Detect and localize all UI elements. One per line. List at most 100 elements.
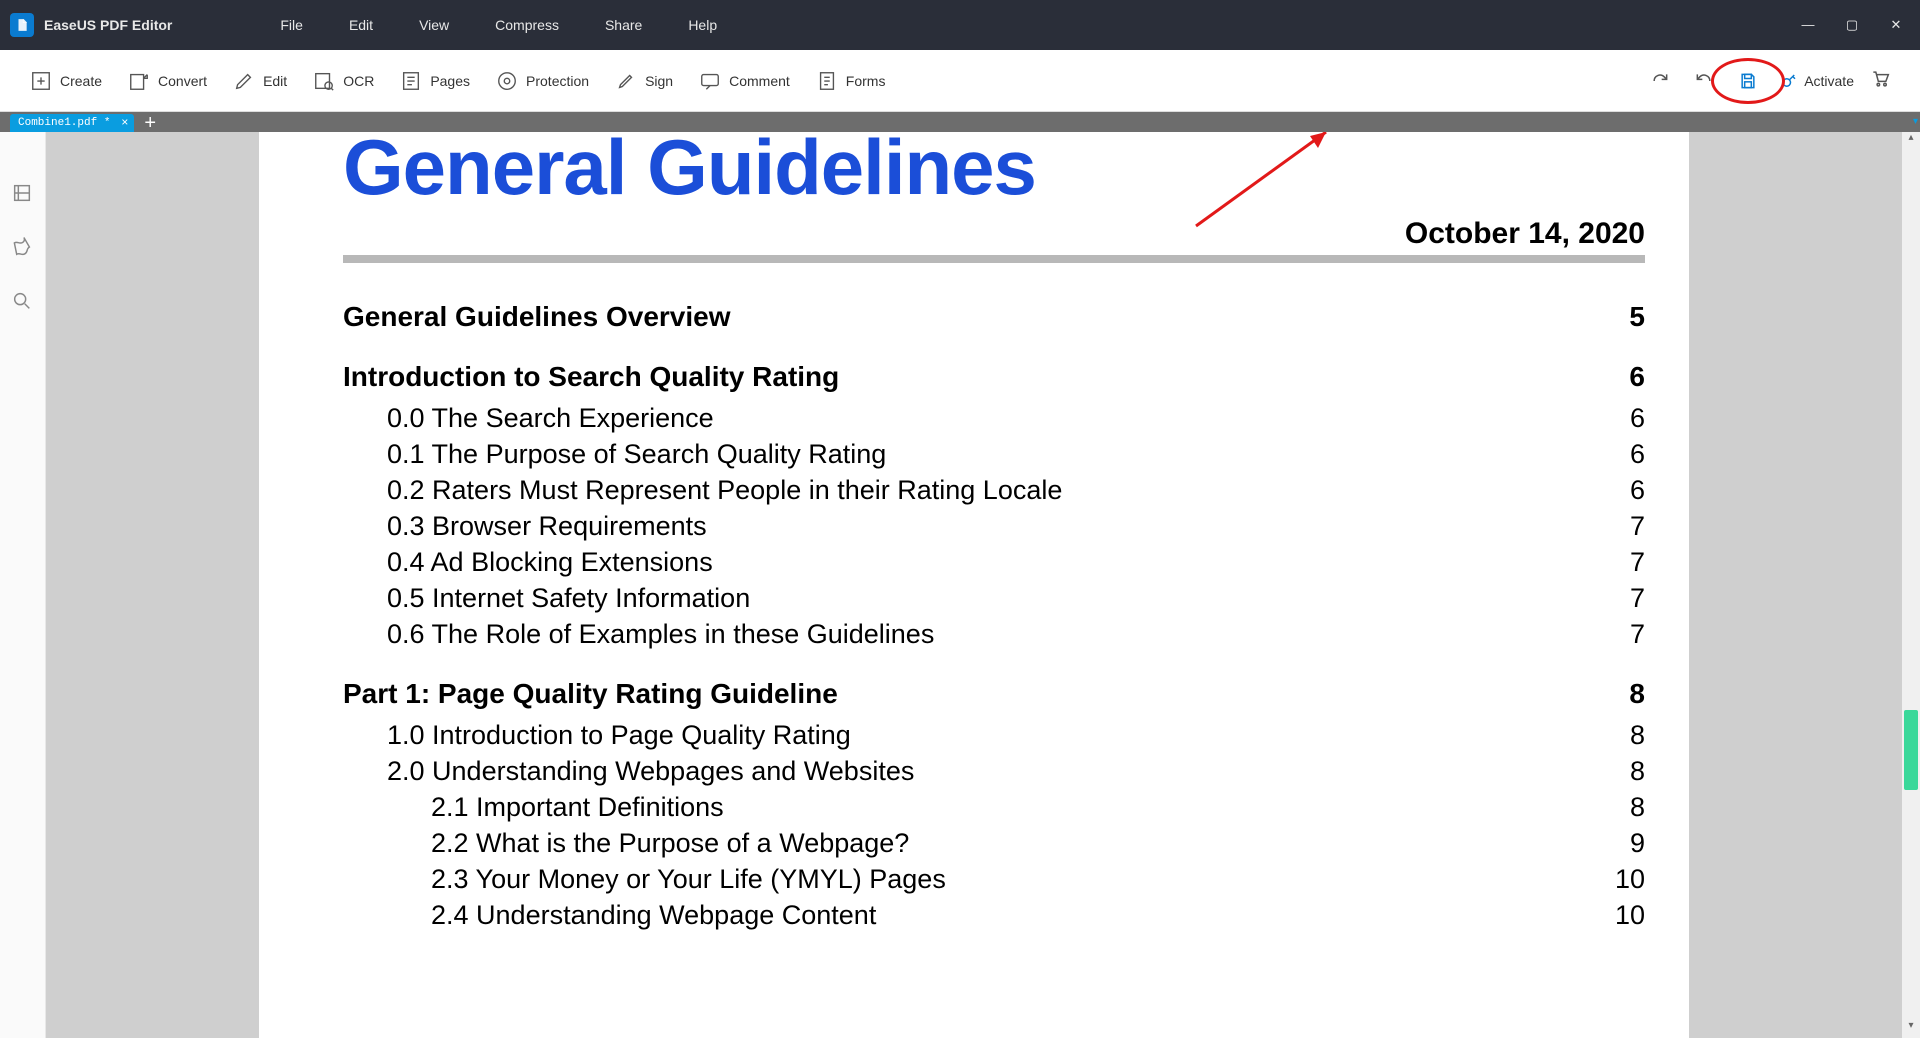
activate-button[interactable]: Activate: [1780, 72, 1854, 90]
toc-section-heading: Part 1: Page Quality Rating Guideline8: [343, 678, 1645, 710]
toc-entry: 0.6 The Role of Examples in these Guidel…: [343, 619, 1645, 650]
menu-file[interactable]: File: [272, 13, 311, 37]
create-icon: [30, 70, 52, 92]
toc-entry-text: 2.1 Important Definitions: [431, 792, 724, 823]
tabstrip-dropdown-icon[interactable]: ▾: [1913, 116, 1918, 127]
toc-entry-text: 0.5 Internet Safety Information: [387, 583, 750, 614]
sign-label: Sign: [645, 73, 673, 89]
toc-entry-page: 7: [1630, 583, 1645, 614]
toc-heading-text: General Guidelines Overview: [343, 301, 731, 333]
toc-entry: 0.0 The Search Experience 6: [343, 403, 1645, 434]
vertical-scrollbar[interactable]: ▴ ▾: [1902, 132, 1920, 1038]
toc-entry-page: 9: [1630, 828, 1645, 859]
ocr-button[interactable]: OCR: [313, 70, 374, 92]
toc-entry-text: 1.0 Introduction to Page Quality Rating: [387, 720, 851, 751]
scroll-track[interactable]: [1902, 150, 1920, 1020]
tab-close-button[interactable]: ×: [121, 116, 128, 130]
convert-button[interactable]: Convert: [128, 70, 207, 92]
toc-entry-page: 8: [1630, 756, 1645, 787]
comment-icon: [699, 70, 721, 92]
protection-icon: [496, 70, 518, 92]
edit-label: Edit: [263, 73, 287, 89]
toc-entry-text: 0.2 Raters Must Represent People in thei…: [387, 475, 1062, 506]
sign-button[interactable]: Sign: [615, 70, 673, 92]
ocr-label: OCR: [343, 73, 374, 89]
toc-entry-page: 10: [1615, 864, 1645, 895]
toc-entry: 0.4 Ad Blocking Extensions 7: [343, 547, 1645, 578]
table-of-contents: General Guidelines Overview 5 Introduction…: [343, 301, 1645, 931]
protection-button[interactable]: Protection: [496, 70, 589, 92]
scroll-down-button[interactable]: ▾: [1902, 1020, 1920, 1038]
create-label: Create: [60, 73, 102, 89]
forms-label: Forms: [846, 73, 886, 89]
redo-button[interactable]: [1640, 61, 1680, 101]
main-toolbar: Create Convert Edit OCR Pages Protection…: [0, 50, 1920, 112]
toc-entry-page: 7: [1630, 547, 1645, 578]
bookmarks-icon[interactable]: [11, 236, 35, 260]
sign-icon: [615, 70, 637, 92]
maximize-button[interactable]: ▢: [1838, 17, 1866, 33]
window-controls: — ▢ ✕: [1794, 17, 1910, 33]
document-date: October 14, 2020: [343, 217, 1645, 251]
toc-entry-text: 0.6 The Role of Examples in these Guidel…: [387, 619, 934, 650]
edit-button[interactable]: Edit: [233, 70, 287, 92]
menu-edit[interactable]: Edit: [341, 13, 381, 37]
minimize-button[interactable]: —: [1794, 17, 1822, 33]
tab-strip: Combine1.pdf * × + ▾: [0, 112, 1920, 132]
cart-button[interactable]: [1870, 68, 1890, 93]
thumbnails-icon[interactable]: [11, 182, 35, 206]
toc-heading-text: Introduction to Search Quality Rating: [343, 361, 839, 393]
comment-button[interactable]: Comment: [699, 70, 790, 92]
toc-entry-text: 2.4 Understanding Webpage Content: [431, 900, 876, 931]
create-button[interactable]: Create: [30, 70, 102, 92]
toc-entry: 2.0 Understanding Webpages and Websites 8: [343, 756, 1645, 787]
pages-icon: [400, 70, 422, 92]
toc-entry-page: 8: [1630, 720, 1645, 751]
forms-button[interactable]: Forms: [816, 70, 886, 92]
edit-icon: [233, 70, 255, 92]
menu-view[interactable]: View: [411, 13, 457, 37]
toc-entry: 0.3 Browser Requirements7: [343, 511, 1645, 542]
document-title: General Guidelines: [343, 132, 1645, 213]
document-tab[interactable]: Combine1.pdf * ×: [10, 114, 134, 132]
title-divider: [343, 255, 1645, 263]
menu-help[interactable]: Help: [680, 13, 725, 37]
toc-section-heading: General Guidelines Overview 5: [343, 301, 1645, 333]
toc-entry: 0.5 Internet Safety Information 7: [343, 583, 1645, 614]
scroll-up-button[interactable]: ▴: [1902, 132, 1920, 150]
convert-icon: [128, 70, 150, 92]
close-window-button[interactable]: ✕: [1882, 17, 1910, 33]
toc-entry-text: 2.2 What is the Purpose of a Webpage?: [431, 828, 909, 859]
scroll-thumb[interactable]: [1904, 710, 1918, 790]
save-button[interactable]: [1728, 61, 1768, 101]
toc-heading-page: 6: [1629, 361, 1645, 393]
side-panel: [0, 132, 46, 1038]
document-page: General Guidelines October 14, 2020 Gene…: [259, 132, 1689, 1038]
search-icon[interactable]: [11, 290, 35, 314]
toc-entry-page: 6: [1630, 439, 1645, 470]
document-viewport[interactable]: General Guidelines October 14, 2020 Gene…: [46, 132, 1902, 1038]
undo-button[interactable]: [1684, 61, 1724, 101]
toc-entry-text: 2.0 Understanding Webpages and Websites: [387, 756, 914, 787]
toc-entry-page: 6: [1630, 403, 1645, 434]
app-logo-icon: [10, 13, 34, 37]
new-tab-button[interactable]: +: [144, 114, 156, 132]
menu-compress[interactable]: Compress: [487, 13, 567, 37]
pages-button[interactable]: Pages: [400, 70, 470, 92]
toc-entry: 0.1 The Purpose of Search Quality Rating…: [343, 439, 1645, 470]
toc-entry: 2.2 What is the Purpose of a Webpage? 9: [343, 828, 1645, 859]
title-bar: EaseUS PDF Editor File Edit View Compres…: [0, 0, 1920, 50]
pages-label: Pages: [430, 73, 470, 89]
protection-label: Protection: [526, 73, 589, 89]
toc-entry-page: 7: [1630, 511, 1645, 542]
toc-entry-text: 0.0 The Search Experience: [387, 403, 714, 434]
toc-entry-text: 0.4 Ad Blocking Extensions: [387, 547, 713, 578]
forms-icon: [816, 70, 838, 92]
convert-label: Convert: [158, 73, 207, 89]
menu-share[interactable]: Share: [597, 13, 650, 37]
activate-label: Activate: [1804, 73, 1854, 89]
toc-entry: 2.4 Understanding Webpage Content10: [343, 900, 1645, 931]
toc-entry: 2.3 Your Money or Your Life (YMYL) Pages…: [343, 864, 1645, 895]
toc-heading-page: 5: [1629, 301, 1645, 333]
toc-entry: 1.0 Introduction to Page Quality Rating 8: [343, 720, 1645, 751]
